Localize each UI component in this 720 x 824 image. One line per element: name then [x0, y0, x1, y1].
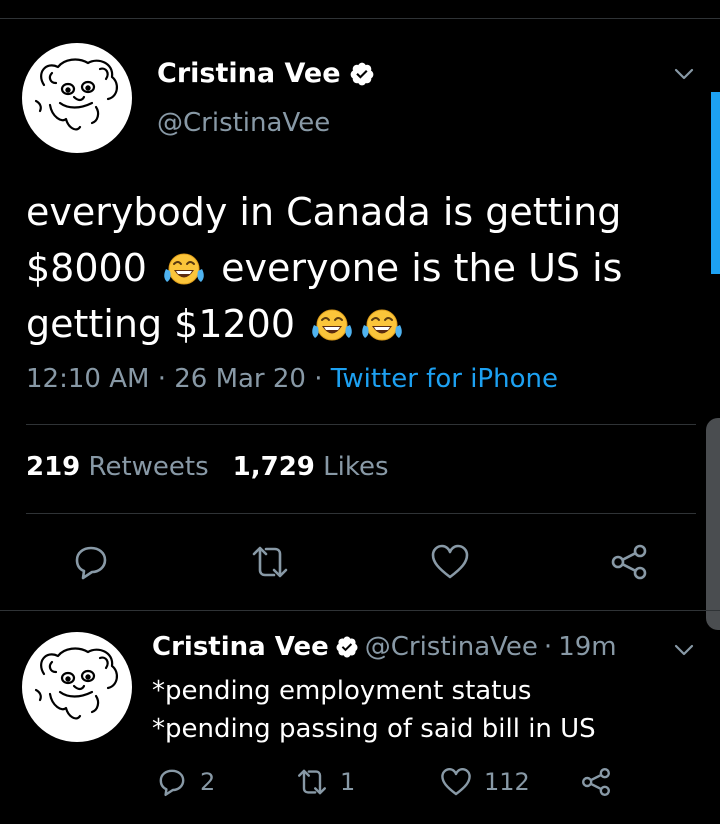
tweet-text-fragment: $8000 [26, 246, 147, 290]
divider [26, 513, 696, 514]
verified-badge-icon [349, 61, 375, 87]
tweet-source-link[interactable]: Twitter for iPhone [331, 364, 558, 394]
reply-text: *pending employment status *pending pass… [152, 672, 596, 748]
tweet-author[interactable]: Cristina Vee [157, 58, 375, 89]
likes-stat[interactable]: 1,729 Likes [233, 452, 389, 482]
avatar[interactable] [22, 632, 132, 742]
reply-author-handle[interactable]: @CristinaVee [365, 632, 538, 662]
reply-author-name[interactable]: Cristina Vee [152, 632, 329, 662]
reply-retweet-button[interactable]: 1 [296, 766, 355, 798]
reply-icon[interactable] [71, 542, 111, 582]
tweet-text-line: everybody in Canada is getting [26, 190, 622, 234]
heart-icon [440, 766, 472, 798]
author-handle[interactable]: @CristinaVee [157, 108, 330, 138]
share-icon[interactable] [609, 542, 649, 582]
reply-time[interactable]: 19m [558, 632, 616, 662]
retweet-icon [296, 766, 328, 798]
retweets-label: Retweets [88, 452, 209, 482]
share-icon [580, 766, 612, 798]
reply-share-button[interactable] [580, 766, 624, 798]
likes-count: 1,729 [232, 452, 315, 482]
meta-separator: · [314, 364, 323, 394]
avatar-doodle-icon [34, 647, 118, 720]
tweet-text-line: $8000 everyone is the US is [26, 240, 686, 296]
reply-text-line: *pending passing of said bill in US [152, 714, 596, 744]
reply-reply-button[interactable]: 2 [156, 766, 215, 798]
tweet-text-fragment: everyone is the US is [221, 246, 623, 290]
reply-header[interactable]: Cristina Vee @CristinaVee · 19m [152, 632, 617, 662]
tweet-date[interactable]: 26 Mar 20 [174, 364, 306, 394]
reply-text-line: *pending employment status [152, 676, 532, 706]
chevron-down-icon[interactable] [672, 62, 696, 86]
meta-separator: · [157, 364, 166, 394]
tweet-time[interactable]: 12:10 AM [26, 364, 149, 394]
heart-icon[interactable] [430, 542, 470, 582]
tears-of-joy-emoji-icon [309, 304, 355, 344]
avatar-doodle-icon [34, 58, 118, 131]
verified-badge-icon [335, 635, 359, 659]
retweet-icon[interactable] [250, 542, 290, 582]
reply-count: 2 [200, 768, 216, 796]
avatar[interactable] [22, 43, 132, 153]
divider [26, 424, 696, 425]
tweet-stats: 219 Retweets 1,729 Likes [26, 452, 389, 482]
scroll-accent [711, 92, 720, 274]
meta-separator: · [543, 632, 553, 662]
chevron-down-icon[interactable] [672, 638, 696, 662]
likes-label: Likes [323, 452, 389, 482]
reply-icon [156, 766, 188, 798]
reply-like-button[interactable]: 112 [440, 766, 530, 798]
tears-of-joy-emoji-icon [359, 304, 405, 344]
tweet-text-line: getting $1200 [26, 296, 686, 352]
divider [0, 610, 720, 611]
tweet-text-fragment: getting $1200 [26, 302, 296, 346]
retweets-count: 219 [26, 452, 81, 482]
top-divider [0, 18, 720, 19]
retweet-count: 1 [340, 768, 356, 796]
tears-of-joy-emoji-icon [161, 248, 207, 288]
author-name[interactable]: Cristina Vee [157, 58, 341, 89]
tweet-text: everybody in Canada is getting $8000 eve… [26, 184, 686, 352]
like-count: 112 [484, 768, 530, 796]
edge-panel-handle[interactable] [706, 418, 720, 630]
retweets-stat[interactable]: 219 Retweets [26, 452, 209, 482]
tweet-meta: 12:10 AM · 26 Mar 20 · Twitter for iPhon… [26, 364, 558, 394]
